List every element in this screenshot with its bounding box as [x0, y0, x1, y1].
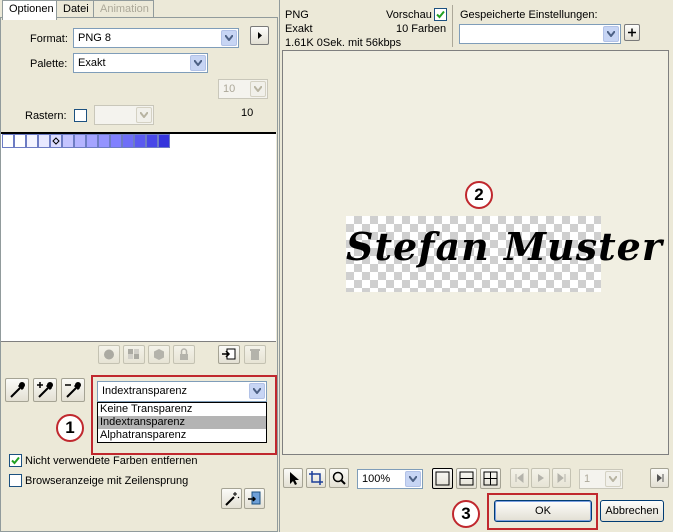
palette-swatch[interactable]	[110, 134, 122, 148]
eyedropper-remove-icon[interactable]	[61, 378, 85, 402]
interlaced-label: Browseranzeige mit Zeilensprung	[25, 475, 189, 487]
palette-label: Palette:	[30, 58, 68, 70]
dither-label: Rastern:	[25, 110, 67, 122]
palette-swatch[interactable]	[62, 134, 74, 148]
tab-label: Optionen	[9, 3, 54, 15]
zoom-value: 100%	[362, 473, 391, 485]
palette-swatch[interactable]	[98, 134, 110, 148]
circle-icon[interactable]	[98, 345, 120, 364]
lock-icon[interactable]	[173, 345, 195, 364]
divider	[452, 5, 453, 47]
callout-box-1	[91, 375, 277, 455]
next-frame-icon[interactable]	[650, 468, 669, 488]
chevron-down-icon	[221, 30, 237, 46]
eyedropper-add-icon[interactable]	[33, 378, 57, 402]
preview-image: Stefan Muster	[346, 216, 663, 292]
tab-label: Datei	[63, 3, 89, 15]
cube-icon[interactable]	[148, 345, 170, 364]
zoom-select[interactable]: 100%	[357, 469, 423, 489]
format-label: Format:	[30, 33, 68, 45]
tab-label: Animation	[100, 3, 149, 15]
last-frame-icon[interactable]	[552, 468, 571, 488]
preview-format: PNG	[285, 9, 309, 21]
saved-settings-select[interactable]	[459, 24, 621, 44]
checkmark-icon	[11, 456, 20, 465]
palette-swatch[interactable]	[122, 134, 134, 148]
new-color-icon[interactable]	[218, 345, 240, 364]
preview-checkbox-label: Vorschau	[386, 9, 432, 21]
palette-swatch[interactable]	[146, 134, 158, 148]
cancel-button[interactable]: Abbrechen	[600, 500, 664, 522]
colors-count-select[interactable]: 10	[218, 79, 268, 99]
callout-1: 1	[56, 414, 84, 442]
preview-checkbox[interactable]	[434, 8, 447, 21]
preview-color-count: 10 Farben	[396, 23, 447, 35]
format-menu-button[interactable]	[250, 26, 269, 45]
two-up-view-icon[interactable]	[456, 468, 477, 489]
interlaced-checkbox[interactable]	[9, 474, 22, 487]
palette-swatch[interactable]	[158, 134, 170, 148]
callout-3: 3	[452, 500, 480, 528]
palette-select[interactable]: Exakt	[73, 53, 208, 73]
trash-icon[interactable]	[244, 345, 266, 364]
palette-swatch[interactable]	[50, 134, 62, 148]
web-palette-icon[interactable]	[123, 345, 145, 364]
palette-swatch[interactable]	[134, 134, 146, 148]
first-frame-icon[interactable]	[510, 468, 529, 488]
palette-value: Exakt	[78, 57, 106, 69]
preview-palette: Exakt	[285, 23, 313, 35]
export-icon[interactable]	[244, 488, 265, 509]
colors-count-select-value: 10	[223, 83, 236, 95]
chevron-down-icon	[190, 55, 206, 71]
palette-swatch[interactable]	[38, 134, 50, 148]
transparent-diamond-icon	[52, 137, 60, 145]
palette-swatch[interactable]	[74, 134, 86, 148]
add-setting-button[interactable]	[624, 24, 640, 41]
eyedropper-icon[interactable]	[5, 378, 29, 402]
chevron-down-icon	[405, 471, 421, 487]
four-up-view-icon[interactable]	[480, 468, 501, 489]
dither-select[interactable]	[94, 105, 154, 125]
triangle-right-icon	[258, 32, 262, 39]
palette-swatch[interactable]	[14, 134, 26, 148]
palette-swatch[interactable]	[86, 134, 98, 148]
remove-unused-colors-label: Nicht verwendete Farben entfernen	[25, 455, 198, 467]
frame-select[interactable]: 1	[579, 469, 623, 489]
single-view-icon[interactable]	[432, 468, 453, 489]
plus-icon	[628, 28, 636, 37]
zoom-tool-icon[interactable]	[329, 468, 349, 488]
signature-text: Stefan Muster	[346, 224, 663, 269]
preview-size-speed: 1.61K 0Sek. mit 56kbps	[285, 37, 402, 49]
colors-count-value: 10	[241, 107, 254, 119]
chevron-down-icon	[136, 107, 152, 123]
dither-checkbox[interactable]	[74, 109, 87, 122]
chevron-down-icon	[603, 26, 619, 42]
chevron-down-icon	[250, 81, 266, 97]
callout-box-3	[487, 493, 598, 530]
format-value: PNG 8	[78, 32, 112, 44]
pointer-tool-icon[interactable]	[283, 468, 303, 488]
tab-optionen[interactable]: Optionen	[2, 0, 57, 20]
frame-value: 1	[584, 473, 591, 485]
saved-settings-label: Gespeicherte Einstellungen:	[460, 9, 598, 21]
checkmark-icon	[436, 10, 445, 19]
tab-datei[interactable]: Datei	[56, 0, 94, 18]
palette-swatch[interactable]	[26, 134, 38, 148]
format-select[interactable]: PNG 8	[73, 28, 239, 48]
remove-unused-colors-checkbox[interactable]	[9, 454, 22, 467]
color-table	[1, 132, 276, 342]
palette-swatch[interactable]	[2, 134, 14, 148]
magic-wand-icon[interactable]	[221, 488, 242, 509]
chevron-down-icon	[605, 471, 621, 487]
play-icon[interactable]	[531, 468, 550, 488]
crop-tool-icon[interactable]	[306, 468, 326, 488]
tab-animation[interactable]: Animation	[93, 0, 154, 18]
callout-2: 2	[465, 181, 493, 209]
